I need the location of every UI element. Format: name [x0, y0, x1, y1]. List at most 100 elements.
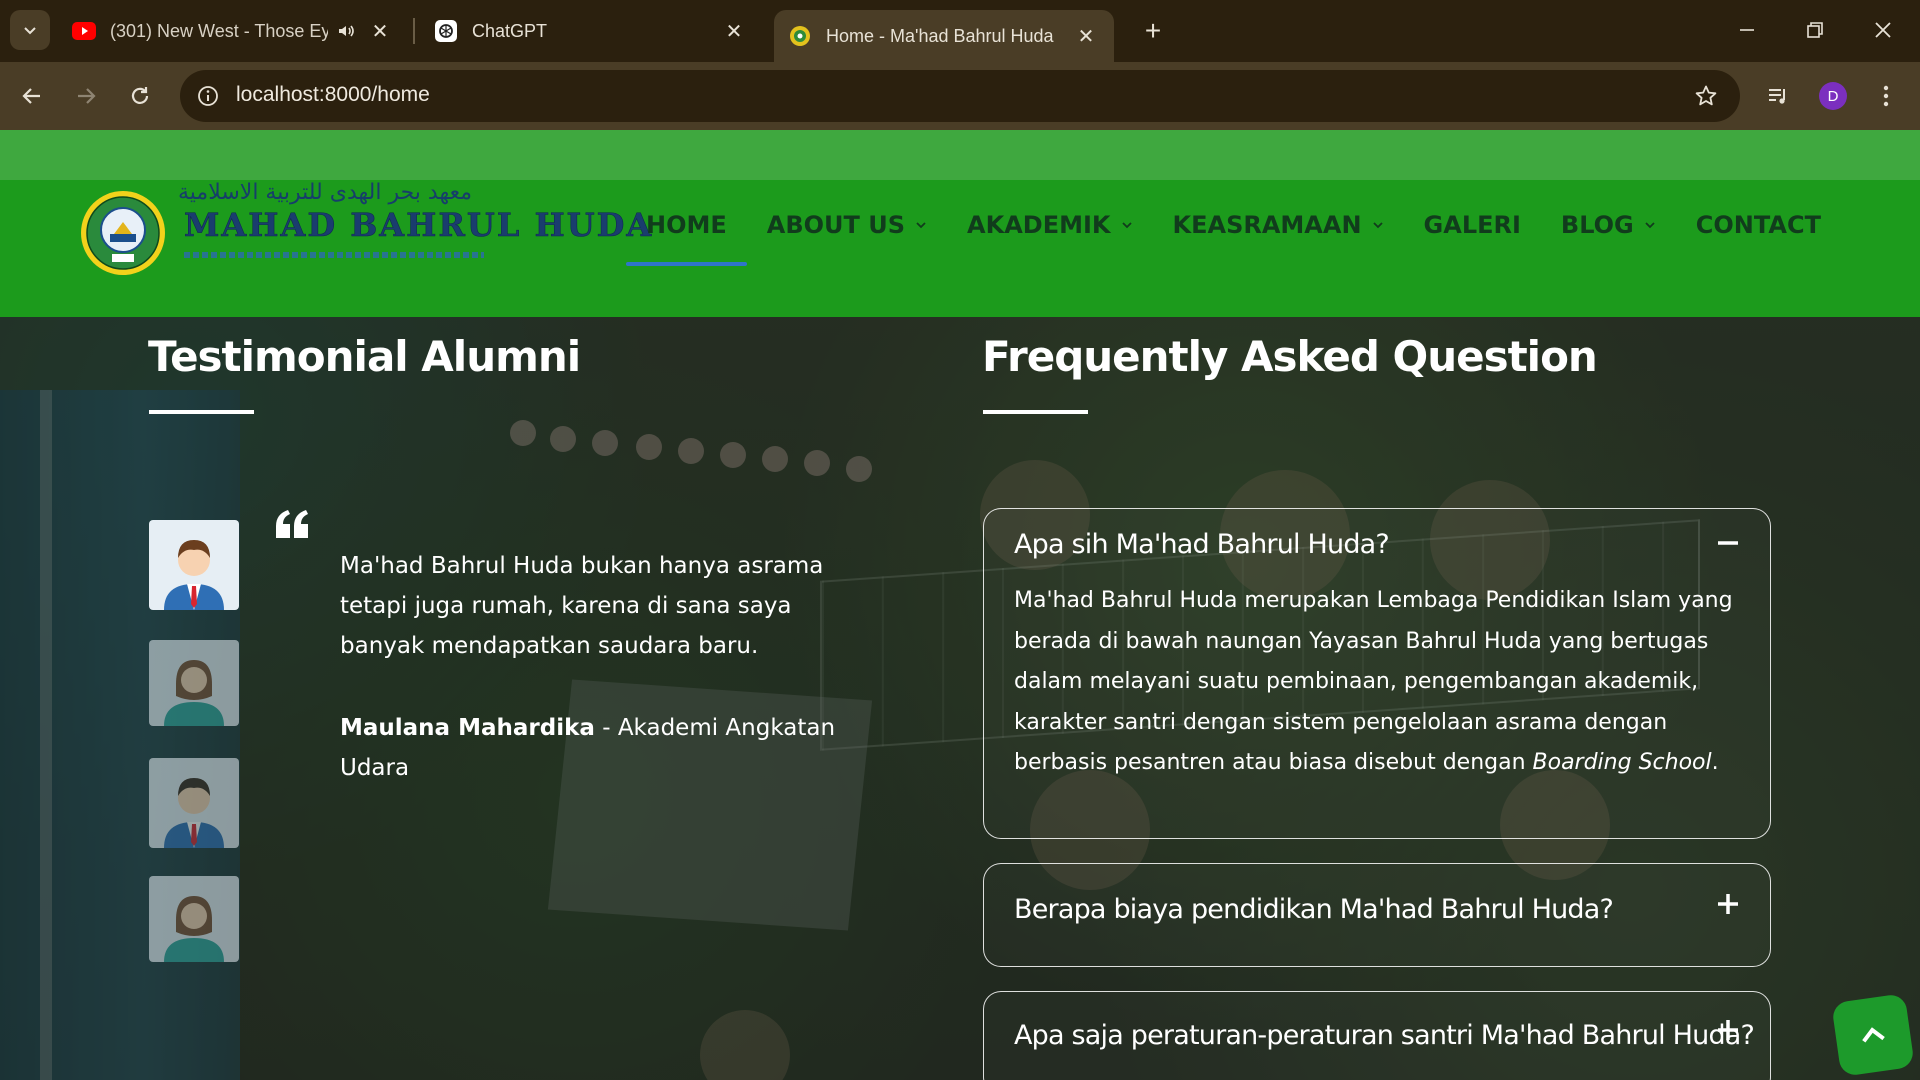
faq-question[interactable]: Apa sih Ma'had Bahrul Huda? [1014, 529, 1390, 560]
minus-icon[interactable] [1714, 529, 1742, 557]
nav-galeri[interactable]: GALERI [1404, 180, 1541, 270]
url-text: localhost:8000/home [236, 83, 430, 106]
testimonial-avatar-1[interactable] [149, 520, 239, 610]
testimonial-avatar-2[interactable] [149, 640, 239, 726]
nav-akademik[interactable]: AKADEMIK [947, 180, 1152, 270]
logo-name-text: MAHAD BAHRUL HUDA [184, 206, 654, 245]
chevron-down-icon [1372, 222, 1383, 229]
minimize-icon [1740, 29, 1754, 31]
close-window-button[interactable] [1852, 8, 1914, 52]
arrow-right-icon [78, 88, 96, 104]
faq-question[interactable]: Berapa biaya pendidikan Ma'had Bahrul Hu… [1014, 894, 1614, 925]
close-icon [1875, 22, 1891, 38]
faq-title-underline [983, 410, 1088, 414]
faq-answer-main: Ma'had Bahrul Huda merupakan Lembaga Pen… [1014, 588, 1733, 775]
address-bar[interactable]: localhost:8000/home [180, 70, 1740, 122]
faq-item-1: Apa sih Ma'had Bahrul Huda? Ma'had Bahru… [983, 508, 1771, 839]
nav-label: BLOG [1560, 211, 1634, 239]
nav-label: KEASRAMAAN [1172, 211, 1362, 239]
nav-label: AKADEMIK [967, 211, 1111, 239]
site-logo[interactable]: معهد بحر الهدى للتربية الاسلامية MAHAD B… [80, 180, 651, 317]
browser-tab-bar: (301) New West - Those Eyes ✕ ChatGPT ✕ … [0, 0, 1920, 62]
faq-answer-emphasis: Boarding School [1532, 750, 1712, 775]
plus-icon: + [1144, 15, 1162, 46]
faq-item-3[interactable]: Apa saja peraturan-peraturan santri Ma'h… [983, 991, 1771, 1080]
tab-title: Home - Ma'had Bahrul Huda [826, 25, 1054, 46]
site-info-icon[interactable] [194, 82, 222, 110]
school-seal-logo [81, 191, 165, 275]
nav-contact[interactable]: CONTACT [1676, 180, 1841, 270]
tab-mahad-home[interactable]: Home - Ma'had Bahrul Huda ✕ [774, 10, 1114, 62]
nav-label: GALERI [1423, 211, 1521, 239]
testimonial-title-underline [149, 410, 254, 414]
browser-toolbar: localhost:8000/home D [0, 62, 1920, 130]
restore-button[interactable] [1784, 8, 1846, 52]
restore-icon [1807, 22, 1823, 38]
tab-youtube[interactable]: (301) New West - Those Eyes ✕ [58, 8, 408, 54]
quote-icon [276, 510, 308, 538]
faq-answer-end: . [1711, 750, 1719, 775]
nav-label: CONTACT [1695, 211, 1821, 239]
tab-search-button[interactable] [10, 10, 50, 50]
tab-chatgpt[interactable]: ChatGPT ✕ [420, 8, 762, 54]
speaker-icon[interactable] [334, 19, 358, 43]
site-favicon [788, 24, 812, 48]
main-navigation: HOME ABOUT US AKADEMIK KEASRAMAAN GALERI… [626, 180, 1841, 317]
author-name: Maulana Mahardika [340, 715, 595, 741]
close-tab-icon[interactable]: ✕ [1072, 22, 1100, 50]
close-tab-icon[interactable]: ✕ [366, 17, 394, 45]
faq-title: Frequently Asked Question [982, 332, 1598, 381]
plus-icon[interactable] [1714, 1016, 1742, 1044]
testimonial-author: Maulana Mahardika - Akademi Angkatan Uda… [340, 708, 840, 788]
nav-label: ABOUT US [766, 211, 906, 239]
chevron-up-icon [1862, 1027, 1885, 1043]
author-separator: - [594, 715, 618, 741]
chevron-down-icon [1121, 222, 1132, 229]
chevron-down-icon [1645, 222, 1655, 229]
kebab-menu-icon [1883, 85, 1889, 107]
male-student-avatar [149, 520, 239, 610]
profile-avatar: D [1819, 82, 1847, 110]
nav-about-us[interactable]: ABOUT US [747, 180, 947, 270]
chevron-down-icon [24, 27, 36, 35]
profile-button[interactable]: D [1815, 78, 1851, 114]
site-header: معهد بحر الهدى للتربية الاسلامية MAHAD B… [0, 180, 1920, 317]
faq-answer: Ma'had Bahrul Huda merupakan Lembaga Pen… [1014, 581, 1754, 784]
testimonial-quote: Ma'had Bahrul Huda bukan hanya asrama te… [340, 553, 824, 659]
chatgpt-icon [434, 19, 458, 43]
nav-home[interactable]: HOME [626, 180, 747, 270]
tab-separator [413, 18, 415, 44]
web-page: معهد بحر الهدى للتربية الاسلامية MAHAD B… [0, 130, 1920, 1080]
reload-button[interactable] [120, 76, 160, 116]
top-info-strip [0, 130, 1920, 180]
female-student-avatar [149, 876, 239, 962]
media-control-button[interactable] [1760, 78, 1796, 114]
nav-keasramaan[interactable]: KEASRAMAAN [1153, 180, 1404, 270]
plus-icon[interactable] [1714, 890, 1742, 918]
tab-title: ChatGPT [472, 20, 548, 41]
browser-menu-button[interactable] [1868, 78, 1904, 114]
chevron-down-icon [916, 222, 926, 229]
arrow-left-icon [22, 88, 40, 104]
back-button[interactable] [12, 76, 52, 116]
nav-label: HOME [646, 211, 727, 239]
testimonial-title: Testimonial Alumni [148, 332, 581, 381]
forward-button[interactable] [66, 76, 106, 116]
youtube-icon [72, 19, 96, 43]
male-student-avatar [149, 758, 239, 848]
female-student-avatar [149, 640, 239, 726]
playlist-music-icon [1769, 89, 1785, 104]
nav-blog[interactable]: BLOG [1541, 180, 1676, 270]
bookmark-star-icon[interactable] [1692, 82, 1720, 110]
faq-question[interactable]: Apa saja peraturan-peraturan santri Ma'h… [1014, 1020, 1755, 1051]
tab-title: (301) New West - Those Eyes [110, 20, 328, 41]
back-to-top-button[interactable] [1831, 993, 1915, 1077]
reload-icon [131, 87, 149, 104]
new-tab-button[interactable]: + [1136, 14, 1170, 48]
faq-item-2[interactable]: Berapa biaya pendidikan Ma'had Bahrul Hu… [983, 863, 1771, 967]
testimonial-avatar-3[interactable] [149, 758, 239, 848]
close-tab-icon[interactable]: ✕ [720, 17, 748, 45]
logo-subtitle-decoration [184, 252, 484, 258]
minimize-button[interactable] [1716, 8, 1778, 52]
testimonial-avatar-4[interactable] [149, 876, 239, 962]
